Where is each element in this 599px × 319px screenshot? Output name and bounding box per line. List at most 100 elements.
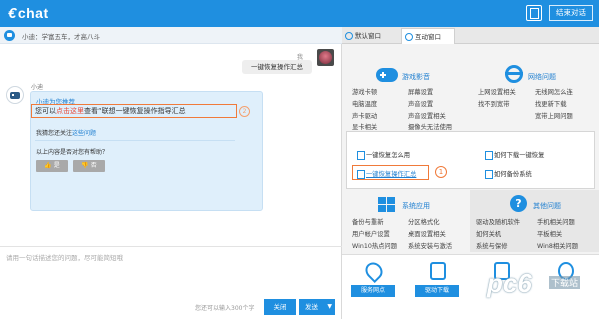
logo-e-mark: € <box>8 5 17 22</box>
vote-no-label: 否 <box>90 162 97 169</box>
windows-tile <box>387 197 395 204</box>
watermark-main: pc6 <box>487 268 532 298</box>
other-link[interactable]: 平板相关 <box>537 229 578 241</box>
recommend-suffix: 查看“联想一键恢复操作指导汇总 <box>84 107 186 115</box>
other-link[interactable]: 如何关机 <box>476 229 520 241</box>
service-outlet-button[interactable]: 服务网点 <box>351 285 395 297</box>
recommend-link[interactable]: 点击这里 <box>56 107 84 115</box>
windows-icon <box>378 197 396 213</box>
network-link[interactable]: 宽带上网问题 <box>535 111 573 123</box>
other-link[interactable]: 手机相关问题 <box>537 217 578 229</box>
category-network-title[interactable]: 网络问题 <box>528 72 556 82</box>
helpful-question: 以上内容是否对您有帮助？ <box>36 149 109 156</box>
driver-download-button[interactable]: 驱动下载 <box>415 285 459 297</box>
globe-icon <box>345 32 353 40</box>
guess-link[interactable]: 这些问题 <box>72 130 96 137</box>
close-button[interactable]: 关闭 <box>264 299 296 315</box>
divider <box>35 140 235 141</box>
category-other-title[interactable]: 其他问题 <box>533 201 561 211</box>
other-col2: 手机相关问题 平板相关 Win8相关问题 <box>537 217 578 252</box>
send-label: 发送 <box>305 303 318 311</box>
category-games-title[interactable]: 游戏影音 <box>402 72 430 82</box>
char-count: 您还可以输入300个字 <box>195 305 255 312</box>
bot-mini-avatar <box>4 30 15 41</box>
guess-text: 我猜您还关注这些问题 <box>36 128 96 137</box>
panel-tabs: 默认窗口 互动窗口 <box>342 27 599 44</box>
chat-subheader: 小迪：学富五车，才高八斗 <box>0 27 342 44</box>
network-col1: 上网设置相关 找不到宽带 <box>478 87 516 111</box>
network-link[interactable]: 上网设置相关 <box>478 87 516 99</box>
games-link[interactable]: 屏幕设置 <box>408 87 452 99</box>
question-icon: ? <box>510 195 527 212</box>
system-col1: 备份与重新 用户帐户设置 Win10热点问题 <box>352 217 397 252</box>
logo-text: chat <box>17 5 49 21</box>
app-logo: €chat <box>8 5 49 22</box>
network-link[interactable]: 无线网怎么连 <box>535 87 573 99</box>
service-outlet-tool[interactable]: 服务网点 <box>342 257 406 319</box>
other-col1: 驱动及随机软件 如何关机 系统与保修 <box>476 217 520 252</box>
chat-subtitle: 小迪：学富五车，才高八斗 <box>22 33 100 41</box>
driver-download-tool[interactable]: 驱动下载 <box>406 257 470 319</box>
system-link[interactable]: 用户帐户设置 <box>352 229 397 241</box>
popover-item[interactable]: 如何备份系统 <box>485 169 532 179</box>
tab-interactive-label: 互动窗口 <box>415 33 441 41</box>
games-link[interactable]: 电脑温度 <box>352 99 377 111</box>
games-link[interactable]: 声音设置相关 <box>408 111 452 123</box>
windows-tile <box>378 197 386 204</box>
top-bar: €chat 结束对话 <box>0 0 599 27</box>
popover-item[interactable]: 如何下载一键恢复 <box>485 150 544 160</box>
windows-tile <box>387 205 395 212</box>
vote-yes-label: 是 <box>53 162 60 169</box>
network-col2: 无线网怎么连 找更新下载 宽带上网问题 <box>535 87 573 122</box>
tab-default-label: 默认窗口 <box>355 32 381 40</box>
ie-icon <box>505 65 523 83</box>
gamepad-icon <box>376 68 398 82</box>
system-link[interactable]: 系统安装与激活 <box>408 241 452 253</box>
games-link[interactable]: 声卡驱动 <box>352 111 377 123</box>
popover-item[interactable]: 一键恢复怎么用 <box>357 150 410 160</box>
other-link[interactable]: Win8相关问题 <box>537 241 578 253</box>
my-message: 一键恢复操作汇总 <box>242 60 312 74</box>
window-tab-icon <box>405 33 413 41</box>
window-icon[interactable] <box>526 5 542 21</box>
other-link[interactable]: 驱动及随机软件 <box>476 217 520 229</box>
system-col2: 分区格式化 桌面设置相关 系统安装与激活 <box>408 217 452 252</box>
system-link[interactable]: 分区格式化 <box>408 217 452 229</box>
watermark-logo: pc6 下载站 <box>487 268 597 316</box>
bot-message: 小迪为您推荐 您可以点击这里查看“联想一键恢复操作指导汇总 2 我猜您还关注这些… <box>30 91 263 211</box>
send-options-icon[interactable]: ▼ <box>327 299 332 315</box>
other-link[interactable]: 系统与保修 <box>476 241 520 253</box>
end-chat-button[interactable]: 结束对话 <box>549 5 593 21</box>
games-link[interactable]: 声音设置 <box>408 99 452 111</box>
network-link[interactable]: 找更新下载 <box>535 99 573 111</box>
category-system-title[interactable]: 系统应用 <box>402 201 430 211</box>
watermark-sub: 下载站 <box>549 276 581 289</box>
games-link[interactable]: 游戏卡顿 <box>352 87 377 99</box>
vote-yes-button[interactable]: 👍 是 <box>36 160 68 172</box>
tab-default-window[interactable]: 默认窗口 <box>342 28 400 44</box>
tab-interactive-window[interactable]: 互动窗口 <box>401 28 455 44</box>
step-1-marker: 1 <box>435 166 447 178</box>
location-pin-icon <box>361 258 387 284</box>
system-link[interactable]: 桌面设置相关 <box>408 229 452 241</box>
message-input-placeholder[interactable]: 请用一句话描述您的问题，尽可能简短哦 <box>6 252 123 262</box>
system-link[interactable]: Win10热点问题 <box>352 241 397 253</box>
send-button[interactable]: 发送 ▼ <box>299 299 335 315</box>
vote-no-button[interactable]: 👎 否 <box>73 160 105 172</box>
games-col1: 游戏卡顿 电脑温度 声卡驱动 显卡相关 <box>352 87 377 134</box>
windows-tile <box>378 205 386 212</box>
guess-prefix: 我猜您还关注 <box>36 130 73 137</box>
chat-panel: 小迪：学富五车，才高八斗 我 一键恢复操作汇总 小迪 小迪为您推荐 您可以点击这… <box>0 27 342 319</box>
system-link[interactable]: 备份与重新 <box>352 217 397 229</box>
games-col2: 屏幕设置 声音设置 声音设置相关 摄像头无法使用 <box>408 87 452 134</box>
network-link[interactable]: 找不到宽带 <box>478 99 516 111</box>
bot-name: 小迪 <box>31 84 44 91</box>
recommend-prefix: 您可以 <box>35 107 56 115</box>
my-avatar <box>317 49 334 66</box>
highlight-box <box>352 165 429 180</box>
step-2-marker: 2 <box>239 106 250 117</box>
download-icon <box>430 262 446 280</box>
bot-avatar <box>6 86 24 104</box>
recommend-text: 您可以点击这里查看“联想一键恢复操作指导汇总 <box>35 106 186 116</box>
recovery-popover: 一键恢复怎么用 一键恢复操作汇总 1 如何下载一键恢复 如何备份系统 <box>346 131 595 189</box>
